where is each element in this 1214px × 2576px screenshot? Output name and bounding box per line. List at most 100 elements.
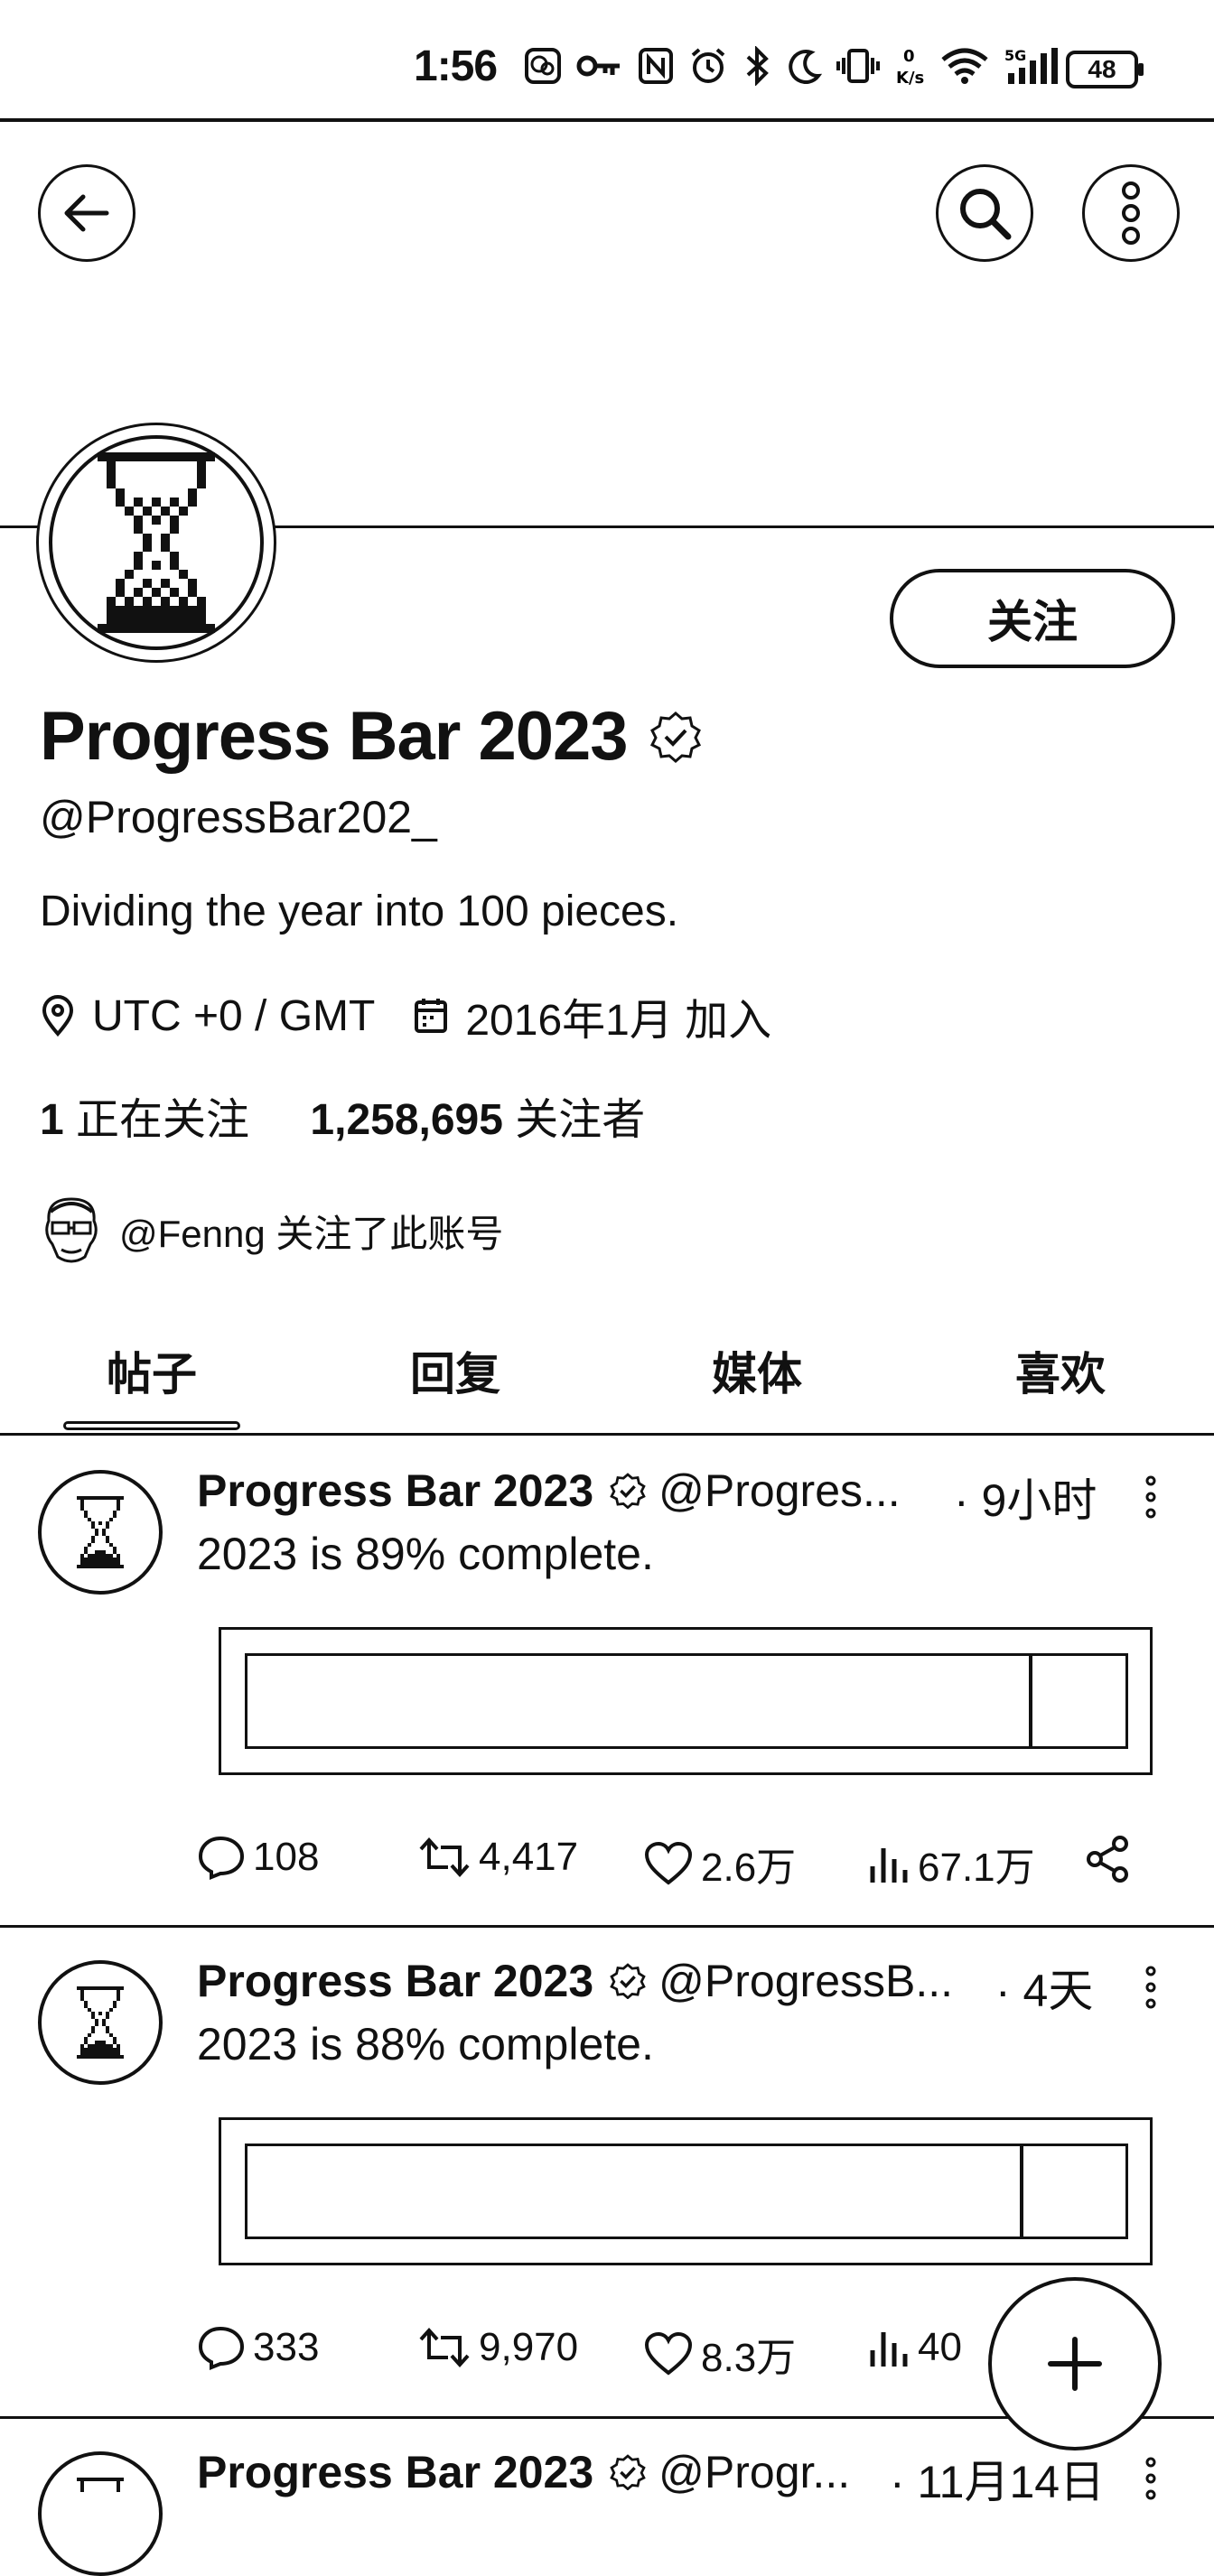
tweet-timestamp: · 11月14日 bbox=[890, 2457, 1106, 2507]
more-options-button[interactable] bbox=[1082, 164, 1180, 262]
following-count: 1 bbox=[40, 1096, 64, 1144]
tab-likes[interactable]: 喜欢 bbox=[961, 1338, 1160, 1403]
like-button[interactable]: 8.3万 bbox=[643, 2325, 796, 2383]
tab-media[interactable]: 媒体 bbox=[658, 1338, 856, 1403]
svg-text:K/s: K/s bbox=[896, 69, 924, 87]
views-count: 67.1万 bbox=[918, 1846, 1035, 1890]
retweet-button[interactable]: 9,970 bbox=[417, 2325, 578, 2370]
heart-icon bbox=[644, 1841, 693, 1885]
tweet-more-icon[interactable] bbox=[1142, 1475, 1160, 1519]
share-icon bbox=[1087, 1836, 1128, 1883]
profile-joined: 2016年1月 加入 bbox=[465, 997, 772, 1045]
verified-badge-icon bbox=[610, 1473, 646, 1509]
like-count: 2.6万 bbox=[701, 1846, 797, 1890]
hourglass-icon bbox=[77, 1496, 124, 1568]
tweet-header: Progress Bar 2023 @Progr... bbox=[197, 2446, 850, 2498]
following-label: 正在关注 bbox=[76, 1096, 250, 1144]
views-chart-icon bbox=[870, 2332, 908, 2367]
status-bar: 1:56 0 K/s 5G 48 bbox=[0, 0, 1214, 122]
views-button[interactable]: 67.1万 bbox=[867, 1835, 1035, 1892]
share-button[interactable] bbox=[1084, 1835, 1133, 1883]
wechat-icon bbox=[525, 48, 561, 84]
tweet-author-name[interactable]: Progress Bar 2023 bbox=[197, 1465, 593, 1517]
retweet-icon bbox=[419, 2328, 470, 2367]
followers-label: 关注者 bbox=[515, 1096, 646, 1144]
tab-replies[interactable]: 回复 bbox=[356, 1338, 555, 1403]
tweet-author-handle: @Progr... bbox=[658, 2447, 851, 2497]
progress-image[interactable] bbox=[219, 2117, 1153, 2265]
tweet-author-handle: @ProgressB... bbox=[658, 1956, 954, 2006]
status-time: 1:56 bbox=[414, 42, 498, 90]
more-vertical-icon bbox=[1122, 181, 1140, 245]
progress-image[interactable] bbox=[219, 1627, 1153, 1775]
following-link[interactable]: 1 正在关注 bbox=[40, 1096, 249, 1144]
calendar-icon bbox=[413, 997, 449, 1035]
svg-text:0: 0 bbox=[903, 47, 915, 66]
moon-icon bbox=[789, 50, 822, 84]
tweet-avatar[interactable] bbox=[38, 1470, 163, 1595]
tweet-timestamp: · 4天 bbox=[995, 1966, 1094, 2016]
followers-link[interactable]: 1,258,695 关注者 bbox=[310, 1096, 645, 1144]
alarm-icon bbox=[691, 48, 725, 83]
tweet-avatar[interactable] bbox=[38, 1960, 163, 2085]
battery-indicator: 48 bbox=[1066, 51, 1144, 88]
signal-5g-icon: 5G bbox=[1004, 47, 1058, 84]
retweet-count: 4,417 bbox=[479, 1835, 579, 1879]
profile-handle: @ProgressBar202_ bbox=[40, 792, 437, 842]
hourglass-icon bbox=[98, 452, 215, 633]
profile-tabs: 帖子 回复 媒体 喜欢 bbox=[0, 1318, 1214, 1436]
location-pin-icon bbox=[40, 994, 76, 1037]
wifi-icon bbox=[941, 48, 988, 84]
progress-bar-track bbox=[245, 2144, 1128, 2239]
tab-posts[interactable]: 帖子 bbox=[52, 1338, 251, 1403]
verified-badge-icon bbox=[610, 2454, 646, 2490]
progress-bar-fill bbox=[1020, 2146, 1125, 2237]
followed-by-row[interactable]: @Fenng 关注了此账号 bbox=[40, 1194, 503, 1268]
hourglass-icon bbox=[77, 2478, 124, 2492]
vibrate-icon bbox=[836, 49, 880, 83]
follow-button[interactable]: 关注 bbox=[890, 569, 1175, 668]
tweet-author-handle: @Progres... bbox=[658, 1465, 901, 1516]
plus-icon bbox=[1048, 2337, 1102, 2391]
tweet-text: 2023 is 88% complete. bbox=[197, 2019, 654, 2069]
views-button[interactable]: 40 bbox=[867, 2325, 962, 2370]
progress-bar-fill bbox=[1029, 1656, 1125, 1746]
tweet-header: Progress Bar 2023 @Progres... bbox=[197, 1465, 901, 1517]
tweet-author-name[interactable]: Progress Bar 2023 bbox=[197, 1955, 593, 2007]
bluetooth-icon bbox=[746, 46, 769, 86]
retweet-button[interactable]: 4,417 bbox=[417, 1835, 578, 1880]
back-button[interactable] bbox=[38, 164, 135, 262]
retweet-count: 9,970 bbox=[479, 2325, 579, 2369]
profile-bio: Dividing the year into 100 pieces. bbox=[40, 888, 679, 935]
tweet-text: 2023 is 89% complete. bbox=[197, 1529, 654, 1579]
status-icons: 0 K/s 5G bbox=[524, 45, 1062, 87]
reply-count: 333 bbox=[253, 2325, 320, 2369]
key-icon bbox=[576, 55, 620, 77]
search-button[interactable] bbox=[936, 164, 1033, 262]
tweet-avatar[interactable] bbox=[38, 2451, 163, 2576]
compose-button[interactable] bbox=[988, 2277, 1162, 2450]
svg-text:5G: 5G bbox=[1004, 47, 1026, 64]
reply-button[interactable]: 333 bbox=[197, 2325, 319, 2370]
profile-display-name: Progress Bar 2023 bbox=[40, 698, 629, 775]
active-tab-indicator bbox=[63, 1421, 240, 1430]
retweet-icon bbox=[419, 1837, 470, 1877]
follow-stats: 1 正在关注 1,258,695 关注者 bbox=[40, 1083, 645, 1147]
like-button[interactable]: 2.6万 bbox=[643, 1835, 796, 1892]
reply-icon bbox=[198, 1836, 245, 1880]
verified-badge-icon bbox=[649, 711, 701, 763]
profile-avatar[interactable] bbox=[49, 435, 264, 650]
profile-meta: UTC +0 / GMT 2016年1月 加入 bbox=[40, 984, 771, 1047]
verified-badge-icon bbox=[610, 1963, 646, 1999]
tweet-more-icon[interactable] bbox=[1142, 2457, 1160, 2500]
views-count: 40 bbox=[918, 2325, 962, 2369]
reply-button[interactable]: 108 bbox=[197, 1835, 319, 1880]
tweet-author-name[interactable]: Progress Bar 2023 bbox=[197, 2446, 593, 2498]
nfc-icon bbox=[639, 48, 673, 84]
data-speed-icon: 0 K/s bbox=[896, 47, 924, 87]
profile-location: UTC +0 / GMT bbox=[92, 991, 376, 1040]
heart-icon bbox=[644, 2331, 693, 2376]
hourglass-icon bbox=[77, 1986, 124, 2059]
tweet-header: Progress Bar 2023 @ProgressB... bbox=[197, 1955, 953, 2007]
tweet-more-icon[interactable] bbox=[1142, 1966, 1160, 2009]
